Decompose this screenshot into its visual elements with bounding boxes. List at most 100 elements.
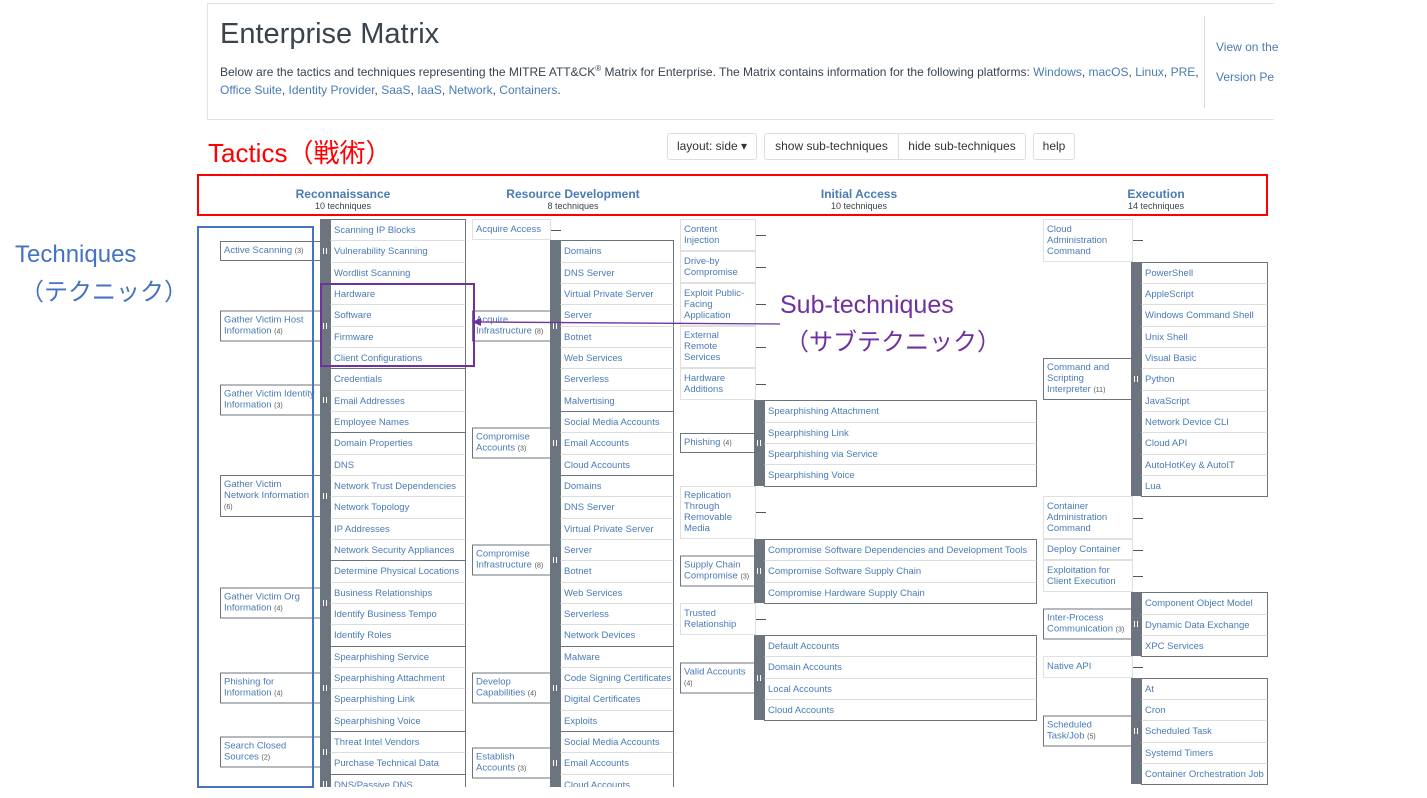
technique-name[interactable]: Scheduled Task/Job — [1047, 719, 1092, 741]
subtechnique-item[interactable]: Spearphishing Link — [764, 421, 1037, 444]
technique-name[interactable]: Drive-by Compromise — [684, 256, 752, 278]
technique-cell[interactable]: Inter-Process Communication (3) — [1043, 608, 1131, 640]
subtechnique-item[interactable]: Compromise Software Dependencies and Dev… — [764, 538, 1037, 562]
technique-name[interactable]: Cloud Administration Command — [1047, 224, 1129, 257]
subtechnique-item[interactable]: Server — [560, 538, 674, 562]
technique-cell[interactable]: Container Administration Command — [1043, 496, 1133, 539]
technique-name[interactable]: Replication Through Removable Media — [684, 490, 752, 534]
technique-cell[interactable]: Hardware Additions — [680, 368, 756, 401]
subtechnique-item[interactable]: DNS Server — [560, 261, 674, 284]
subtechnique-toggle[interactable] — [320, 368, 330, 433]
technique-cell[interactable]: Valid Accounts (4) — [680, 662, 754, 694]
subtechnique-item[interactable]: Scheduled Task — [1141, 720, 1268, 743]
technique-name[interactable]: Establish Accounts — [476, 751, 518, 773]
technique-name[interactable]: Content Injection — [684, 224, 752, 246]
technique-cell[interactable]: Compromise Infrastructure (8) — [472, 544, 550, 576]
subtechnique-toggle[interactable] — [320, 645, 330, 731]
subtechnique-item[interactable]: Email Accounts — [560, 752, 674, 775]
subtechnique-toggle[interactable] — [320, 432, 330, 561]
subtechnique-item[interactable]: Network Devices — [560, 624, 674, 647]
subtechnique-item[interactable]: Cloud API — [1141, 432, 1268, 455]
technique-name[interactable]: Compromise Infrastructure — [476, 549, 535, 571]
subtechnique-item[interactable]: Component Object Model — [1141, 592, 1268, 615]
subtechnique-item[interactable]: Identify Roles — [330, 624, 466, 647]
subtechnique-toggle[interactable] — [320, 560, 330, 646]
subtechnique-item[interactable]: At — [1141, 677, 1268, 700]
technique-cell[interactable]: Supply Chain Compromise (3) — [680, 555, 754, 587]
subtechnique-item[interactable]: PowerShell — [1141, 261, 1268, 284]
subtechnique-item[interactable]: Network Topology — [330, 496, 466, 519]
technique-name[interactable]: Phishing — [684, 437, 723, 448]
subtechnique-toggle[interactable] — [550, 645, 560, 731]
subtechnique-toggle[interactable] — [754, 538, 764, 603]
subtechnique-item[interactable]: Domain Properties — [330, 432, 466, 455]
subtechnique-toggle[interactable] — [320, 219, 330, 283]
technique-name[interactable]: Develop Capabilities — [476, 677, 528, 699]
subtechnique-item[interactable]: Email Addresses — [330, 389, 466, 412]
subtechnique-item[interactable]: Botnet — [560, 560, 674, 583]
technique-cell[interactable]: Command and Scripting Interpreter (11) — [1043, 357, 1131, 400]
subtechnique-toggle[interactable] — [1131, 677, 1141, 785]
subtechnique-item[interactable]: Cloud Accounts — [560, 453, 674, 476]
subtechnique-item[interactable]: Malvertising — [560, 389, 674, 412]
subtechnique-item[interactable]: Wordlist Scanning — [330, 261, 466, 284]
subtechnique-item[interactable]: Cloud Accounts — [560, 773, 674, 787]
technique-name[interactable]: Deploy Container — [1047, 544, 1120, 555]
subtechnique-item[interactable]: Determine Physical Locations — [330, 560, 466, 583]
subtechnique-item[interactable]: Spearphishing via Service — [764, 442, 1037, 466]
subtechnique-item[interactable]: Container Orchestration Job — [1141, 762, 1268, 786]
subtechnique-item[interactable]: Employee Names — [330, 410, 466, 434]
subtechnique-item[interactable]: Serverless — [560, 368, 674, 391]
technique-cell[interactable]: Content Injection — [680, 219, 756, 251]
subtechnique-item[interactable]: Unix Shell — [1141, 325, 1268, 348]
technique-name[interactable]: Acquire Access — [476, 224, 541, 235]
technique-cell[interactable]: Deploy Container — [1043, 538, 1133, 561]
subtechnique-item[interactable]: Lua — [1141, 474, 1268, 498]
subtechnique-item[interactable]: Domains — [560, 474, 674, 498]
subtechnique-item[interactable]: Domain Accounts — [764, 656, 1037, 679]
subtechnique-item[interactable]: Virtual Private Server — [560, 282, 674, 306]
subtechnique-item[interactable]: Email Accounts — [560, 432, 674, 455]
technique-name[interactable]: Exploitation for Client Execution — [1047, 565, 1129, 587]
subtechnique-item[interactable]: IP Addresses — [330, 517, 466, 540]
technique-cell[interactable]: Replication Through Removable Media — [680, 485, 756, 539]
subtechnique-item[interactable]: JavaScript — [1141, 389, 1268, 412]
subtechnique-item[interactable]: Web Services — [560, 581, 674, 604]
subtechnique-item[interactable]: Spearphishing Attachment — [764, 400, 1037, 423]
subtechnique-item[interactable]: Python — [1141, 368, 1268, 391]
subtechnique-item[interactable]: Serverless — [560, 602, 674, 626]
subtechnique-item[interactable]: Virtual Private Server — [560, 517, 674, 540]
subtechnique-toggle[interactable] — [550, 730, 560, 787]
subtechnique-item[interactable]: Cloud Accounts — [764, 698, 1037, 722]
subtechnique-item[interactable]: Digital Certificates — [560, 688, 674, 711]
technique-cell[interactable]: Acquire Access — [472, 219, 551, 241]
subtechnique-item[interactable]: Default Accounts — [764, 634, 1037, 658]
subtechnique-item[interactable]: Systemd Timers — [1141, 741, 1268, 764]
technique-cell[interactable]: Compromise Accounts (3) — [472, 427, 550, 459]
subtechnique-item[interactable]: Dynamic Data Exchange — [1141, 613, 1268, 636]
technique-cell[interactable]: Scheduled Task/Job (5) — [1043, 715, 1131, 747]
subtechnique-item[interactable]: Scanning IP Blocks — [330, 219, 466, 242]
subtechnique-item[interactable]: Domains — [560, 240, 674, 263]
subtechnique-item[interactable]: DNS Server — [560, 496, 674, 519]
subtechnique-item[interactable]: Purchase Technical Data — [330, 752, 466, 775]
subtechnique-item[interactable]: Spearphishing Voice — [764, 464, 1037, 487]
subtechnique-item[interactable]: DNS — [330, 453, 466, 476]
technique-cell[interactable]: Develop Capabilities (4) — [472, 672, 550, 704]
subtechnique-item[interactable]: Spearphishing Service — [330, 645, 466, 668]
subtechnique-toggle[interactable] — [550, 410, 560, 475]
technique-cell[interactable]: External Remote Services — [680, 325, 756, 369]
technique-name[interactable]: External Remote Services — [684, 330, 752, 363]
technique-cell[interactable]: Native API — [1043, 656, 1133, 678]
subtechnique-item[interactable]: XPC Services — [1141, 634, 1268, 658]
technique-cell[interactable]: Exploitation for Client Execution — [1043, 560, 1133, 593]
subtechnique-toggle[interactable] — [320, 773, 330, 787]
technique-name[interactable]: Supply Chain Compromise — [684, 559, 741, 581]
technique-cell[interactable]: Drive-by Compromise — [680, 250, 756, 283]
subtechnique-toggle[interactable] — [1131, 592, 1141, 657]
subtechnique-item[interactable]: Social Media Accounts — [560, 730, 674, 754]
subtechnique-item[interactable]: Network Trust Dependencies — [330, 474, 466, 498]
subtechnique-item[interactable]: Network Device CLI — [1141, 410, 1268, 434]
subtechnique-item[interactable]: Web Services — [560, 346, 674, 370]
subtechnique-item[interactable]: Windows Command Shell — [1141, 304, 1268, 327]
